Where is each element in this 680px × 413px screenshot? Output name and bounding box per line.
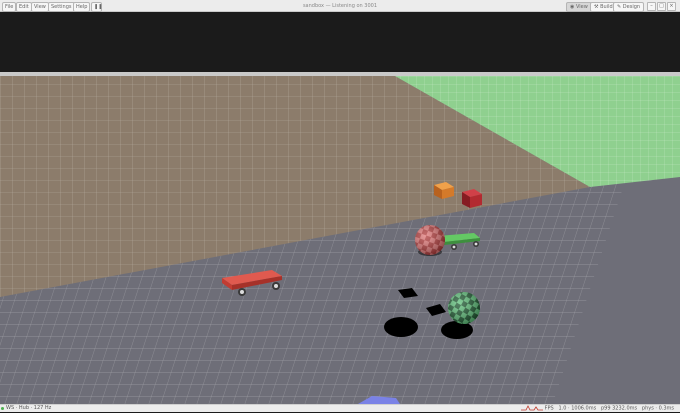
maximize-button[interactable]: □	[657, 2, 666, 11]
fps-value: 1.0 · 1006.0ms	[558, 405, 597, 412]
wheel-hub	[274, 284, 278, 288]
minimize-icon: –	[650, 3, 653, 9]
mode-build-label: Build	[600, 4, 613, 10]
close-button[interactable]: ×	[667, 2, 676, 11]
fps-label: FPS	[544, 405, 554, 412]
minimize-button[interactable]: –	[647, 2, 656, 11]
wheel-hub	[240, 290, 244, 294]
mode-view-label: View	[575, 4, 588, 10]
sky-background	[0, 12, 680, 74]
status-metrics: FPS 1.0 · 1006.0ms p99 3232.0ms phys · 0…	[521, 405, 674, 413]
physics-time: phys · 0.3ms	[641, 405, 674, 412]
status-left-text: WS · Hub · 127 Hz	[6, 405, 52, 411]
p99-value: p99 3232.0ms	[601, 405, 638, 412]
mode-view-button[interactable]: ◉ View	[566, 2, 592, 12]
status-bar: WS · Hub · 127 Hz FPS 1.0 · 1006.0ms p99…	[0, 404, 680, 412]
shadow	[384, 317, 418, 337]
fps-sparkline-icon	[521, 405, 544, 411]
scene-canvas[interactable]	[0, 12, 680, 404]
scene-viewport[interactable]	[0, 12, 680, 404]
close-icon: ×	[669, 3, 674, 9]
maximize-icon: □	[659, 3, 664, 9]
wheel-hub	[474, 242, 478, 246]
connection-status-icon	[1, 407, 4, 410]
mode-design-label: Design	[622, 4, 641, 10]
shadow	[441, 321, 473, 339]
title-bar: File Edit View Settings Help ❚❚ sandbox …	[0, 0, 680, 12]
wheel-hub	[452, 245, 456, 249]
mode-design-button[interactable]: ✎ Design	[613, 2, 645, 12]
